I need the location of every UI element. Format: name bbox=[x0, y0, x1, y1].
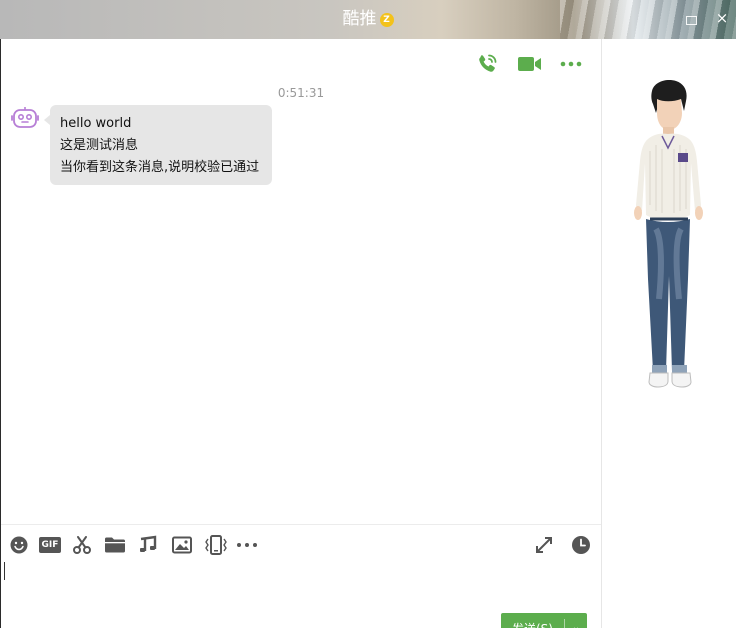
more-icon bbox=[560, 61, 582, 67]
gif-button[interactable]: GIF bbox=[38, 534, 62, 556]
more-icon bbox=[237, 543, 257, 547]
emoji-button[interactable] bbox=[8, 534, 30, 556]
shake-window-button[interactable] bbox=[203, 534, 229, 556]
shake-icon bbox=[205, 535, 227, 555]
expand-icon bbox=[536, 537, 552, 553]
bot-avatar[interactable] bbox=[11, 105, 39, 131]
history-clock-icon bbox=[572, 536, 590, 554]
folder-icon bbox=[105, 537, 125, 553]
image-icon bbox=[172, 536, 192, 554]
video-call-icon bbox=[518, 57, 541, 71]
message-line: hello world bbox=[60, 116, 132, 131]
scissors-icon bbox=[73, 536, 91, 554]
window-title-text: 酷推 bbox=[342, 9, 377, 29]
title-bar[interactable]: 酷推 Z × bbox=[0, 0, 736, 39]
input-toolbar: GIF bbox=[1, 531, 601, 559]
phone-call-icon bbox=[479, 54, 497, 72]
music-note-icon bbox=[140, 535, 157, 552]
gif-label: GIF bbox=[41, 540, 59, 550]
send-button-label: 发送(S) bbox=[501, 618, 564, 628]
image-button[interactable] bbox=[171, 534, 193, 556]
message-line: 这是测试消息 bbox=[60, 138, 139, 153]
send-button[interactable]: 发送(S) ⌄ bbox=[501, 613, 587, 628]
close-button[interactable]: × bbox=[714, 10, 730, 26]
music-button[interactable] bbox=[137, 534, 159, 556]
more-options-button[interactable] bbox=[560, 52, 582, 76]
message-bubble[interactable]: hello world 这是测试消息 当你看到这条消息,说明校验已通过 bbox=[44, 105, 272, 185]
emoji-icon bbox=[10, 536, 28, 554]
contact-show-panel bbox=[602, 39, 736, 628]
maximize-button[interactable] bbox=[684, 10, 700, 26]
more-tools-button[interactable] bbox=[236, 534, 258, 556]
send-file-button[interactable] bbox=[103, 534, 127, 556]
message-history-button[interactable] bbox=[570, 534, 592, 556]
expand-input-button[interactable] bbox=[533, 534, 555, 556]
send-options-dropdown[interactable]: ⌄ bbox=[565, 622, 587, 628]
chat-panel: 0:51:31 hello world 这是测试消息 当你看到这条消息,说明校验… bbox=[1, 39, 601, 628]
screenshot-button[interactable] bbox=[71, 534, 93, 556]
message-line: 当你看到这条消息,说明校验已通过 bbox=[60, 160, 260, 175]
video-call-button[interactable] bbox=[517, 52, 543, 76]
message-timestamp: 0:51:31 bbox=[277, 86, 325, 100]
message-input[interactable] bbox=[4, 562, 5, 580]
robot-icon bbox=[11, 107, 39, 128]
window-title: 酷推 Z bbox=[0, 7, 736, 31]
phone-call-button[interactable] bbox=[475, 52, 499, 76]
vip-badge-icon: Z bbox=[379, 13, 394, 27]
input-divider bbox=[1, 524, 601, 525]
contact-avatar-figure bbox=[634, 80, 703, 388]
